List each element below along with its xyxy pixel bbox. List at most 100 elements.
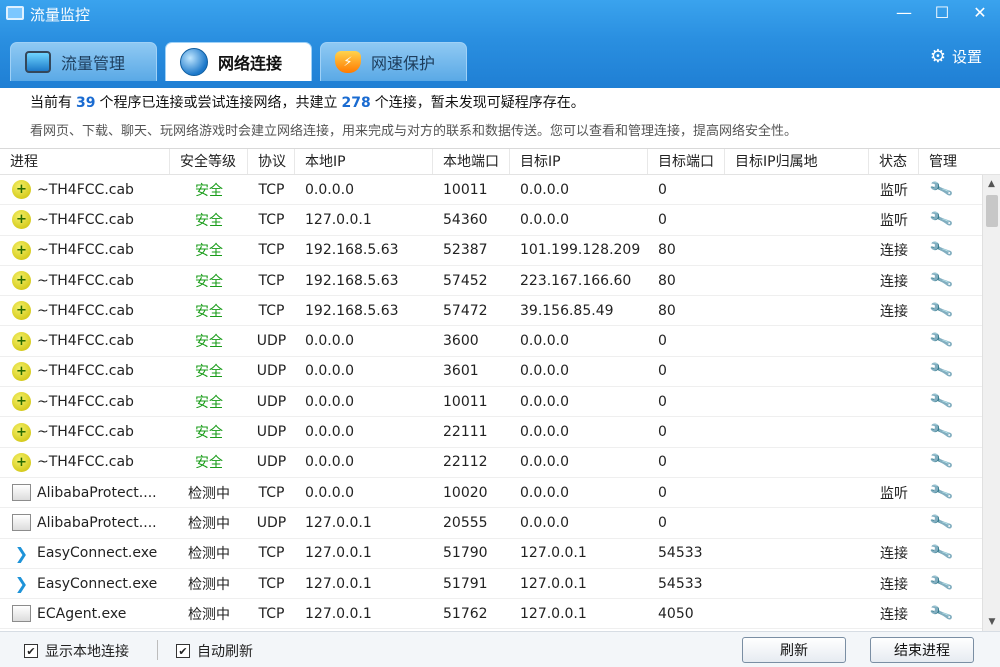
protocol-cell: TCP: [258, 484, 285, 501]
show-local-checkbox[interactable]: ✔ 显示本地连接: [24, 641, 129, 661]
local-ip-cell: 0.0.0.0: [305, 333, 354, 350]
table-header: 进程 安全等级 协议 本地IP 本地端口 目标IP 目标端口 目标IP归属地 状…: [0, 149, 1000, 175]
table-row[interactable]: + ~TH4FCC.cab 安全 TCP 192.168.5.63 57472 39.156…: [0, 296, 1000, 327]
wrench-icon[interactable]: 🔧: [928, 604, 955, 624]
remote-ip-cell: 0.0.0.0: [520, 393, 569, 410]
scroll-up-icon[interactable]: ▲: [983, 175, 1000, 193]
wrench-icon[interactable]: 🔧: [928, 422, 955, 442]
wrench-icon[interactable]: 🔧: [928, 301, 955, 321]
table-row[interactable]: + ~TH4FCC.cab 安全 UDP 0.0.0.0 3600 0.0.0.0 0 🔧: [0, 326, 1000, 357]
remote-ip-cell: 0.0.0.0: [520, 424, 569, 441]
local-port-cell: 51790: [443, 545, 488, 562]
state-cell: 监听: [880, 182, 908, 199]
wrench-icon[interactable]: 🔧: [928, 210, 955, 230]
security-cell: 安全: [195, 394, 223, 411]
wrench-icon[interactable]: 🔧: [928, 180, 955, 200]
wrench-icon[interactable]: 🔧: [928, 574, 955, 594]
column-remote-location[interactable]: 目标IP归属地: [725, 149, 869, 174]
column-local-ip[interactable]: 本地IP: [295, 149, 433, 174]
footer-bar: ✔ 显示本地连接 ✔ 自动刷新 刷新 结束进程: [0, 631, 1000, 667]
remote-port-cell: 54533: [658, 545, 703, 562]
process-cell: + ~TH4FCC.cab: [0, 452, 170, 472]
wrench-icon[interactable]: 🔧: [928, 331, 955, 351]
security-cell: 安全: [195, 182, 223, 199]
column-process[interactable]: 进程: [0, 149, 170, 174]
table-row[interactable]: AlibabaProtect.... 检测中 TCP 0.0.0.0 10020 0.0.…: [0, 478, 1000, 509]
checkbox-checked-icon[interactable]: ✔: [24, 644, 38, 658]
column-remote-ip[interactable]: 目标IP: [510, 149, 648, 174]
wrench-icon[interactable]: 🔧: [928, 240, 955, 260]
summary-prefix: 当前有: [30, 95, 72, 111]
process-cell: + ~TH4FCC.cab: [0, 240, 170, 260]
manage-cell: 🔧: [919, 452, 964, 472]
tab-label: 流量管理: [61, 54, 126, 73]
process-name: ~TH4FCC.cab: [37, 211, 134, 228]
column-local-port[interactable]: 本地端口: [433, 149, 510, 174]
process-cell: + ~TH4FCC.cab: [0, 180, 170, 200]
scroll-down-icon[interactable]: ▼: [983, 613, 1000, 631]
security-cell: 安全: [195, 334, 223, 351]
state-cell: 连接: [880, 243, 908, 260]
remote-port-cell: 0: [658, 514, 667, 531]
table-row[interactable]: AlibabaProtect.... 检测中 UDP 127.0.0.1 20555 0.…: [0, 508, 1000, 539]
security-cell: 安全: [195, 273, 223, 290]
remote-ip-cell: 101.199.128.209: [520, 242, 641, 259]
easyconnect-icon: ❯: [14, 543, 29, 563]
column-protocol[interactable]: 协议: [248, 149, 295, 174]
tab-traffic-management[interactable]: 流量管理: [10, 42, 157, 81]
local-port-cell: 22111: [443, 424, 488, 441]
tab-label: 网络连接: [218, 54, 283, 73]
table-row[interactable]: + ~TH4FCC.cab 安全 TCP 127.0.0.1 54360 0.0.0.0 0 监…: [0, 205, 1000, 236]
end-process-button[interactable]: 结束进程: [870, 637, 974, 663]
traffic-monitor-window: 流量监控 — ☐ ✕ 流量管理 网络连接 ⚡ 网速保护 ⚙ 设置 当前有 39 …: [0, 0, 1000, 667]
column-state[interactable]: 状态: [869, 149, 919, 174]
remote-port-cell: 80: [658, 242, 676, 259]
vertical-scrollbar[interactable]: ▲ ▼: [982, 175, 1000, 631]
column-remote-port[interactable]: 目标端口: [648, 149, 725, 174]
column-security[interactable]: 安全等级: [170, 149, 248, 174]
tab-network-connections[interactable]: 网络连接: [165, 42, 312, 81]
wrench-icon[interactable]: 🔧: [928, 452, 955, 472]
table-row[interactable]: + ~TH4FCC.cab 安全 UDP 0.0.0.0 10011 0.0.0.0 0 🔧: [0, 387, 1000, 418]
protocol-cell: TCP: [258, 302, 285, 319]
minimize-icon[interactable]: —: [892, 0, 916, 24]
table-row[interactable]: + ~TH4FCC.cab 安全 TCP 0.0.0.0 10011 0.0.0.0 0 监听 🔧: [0, 175, 1000, 206]
scroll-thumb[interactable]: [986, 195, 998, 227]
cab-file-icon: +: [12, 392, 31, 412]
wrench-icon[interactable]: 🔧: [928, 271, 955, 291]
table-row[interactable]: ❯ EasyConnect.exe 检测中 TCP 127.0.0.1 51790 127.…: [0, 539, 1000, 569]
tab-speed-protection[interactable]: ⚡ 网速保护: [320, 42, 467, 81]
table-row[interactable]: + ~TH4FCC.cab 安全 UDP 0.0.0.0 22112 0.0.0.0 0 🔧: [0, 448, 1000, 478]
checkbox-checked-icon[interactable]: ✔: [176, 644, 190, 658]
maximize-icon[interactable]: ☐: [930, 0, 954, 24]
column-manage[interactable]: 管理: [919, 149, 982, 174]
wrench-icon[interactable]: 🔧: [928, 483, 955, 503]
protocol-cell: UDP: [256, 333, 287, 350]
auto-refresh-checkbox[interactable]: ✔ 自动刷新: [176, 641, 253, 661]
wrench-icon[interactable]: 🔧: [928, 361, 955, 381]
wrench-icon[interactable]: 🔧: [928, 513, 955, 533]
local-ip-cell: 192.168.5.63: [305, 302, 399, 319]
close-icon[interactable]: ✕: [968, 0, 992, 24]
process-cell: AlibabaProtect....: [0, 484, 170, 502]
local-ip-cell: 127.0.0.1: [305, 575, 372, 592]
table-row[interactable]: + ~TH4FCC.cab 安全 TCP 192.168.5.63 52387 101.19…: [0, 236, 1000, 266]
protocol-cell: UDP: [256, 454, 287, 471]
protocol-cell: TCP: [258, 575, 285, 592]
table-row[interactable]: + ~TH4FCC.cab 安全 UDP 0.0.0.0 3601 0.0.0.0 0 🔧: [0, 357, 1000, 388]
protocol-cell: TCP: [258, 272, 285, 289]
blank-app-icon: [12, 514, 31, 532]
process-cell: + ~TH4FCC.cab: [0, 361, 170, 381]
remote-ip-cell: 0.0.0.0: [520, 484, 569, 501]
table-row[interactable]: ECAgent.exe 检测中 TCP 127.0.0.1 51762 127.0.0.1…: [0, 599, 1000, 630]
process-name: ~TH4FCC.cab: [37, 181, 134, 198]
settings-button[interactable]: ⚙ 设置: [930, 46, 982, 67]
wrench-icon[interactable]: 🔧: [928, 543, 955, 563]
connection-count: 278: [341, 95, 371, 111]
table-row[interactable]: + ~TH4FCC.cab 安全 UDP 0.0.0.0 22111 0.0.0.0 0 🔧: [0, 417, 1000, 448]
wrench-icon[interactable]: 🔧: [928, 392, 955, 412]
table-row[interactable]: ❯ EasyConnect.exe 检测中 TCP 127.0.0.1 51791 127.…: [0, 569, 1000, 600]
refresh-button[interactable]: 刷新: [742, 637, 846, 663]
table-row[interactable]: + ~TH4FCC.cab 安全 TCP 192.168.5.63 57452 223.16…: [0, 266, 1000, 297]
state-cell: 连接: [880, 546, 908, 563]
